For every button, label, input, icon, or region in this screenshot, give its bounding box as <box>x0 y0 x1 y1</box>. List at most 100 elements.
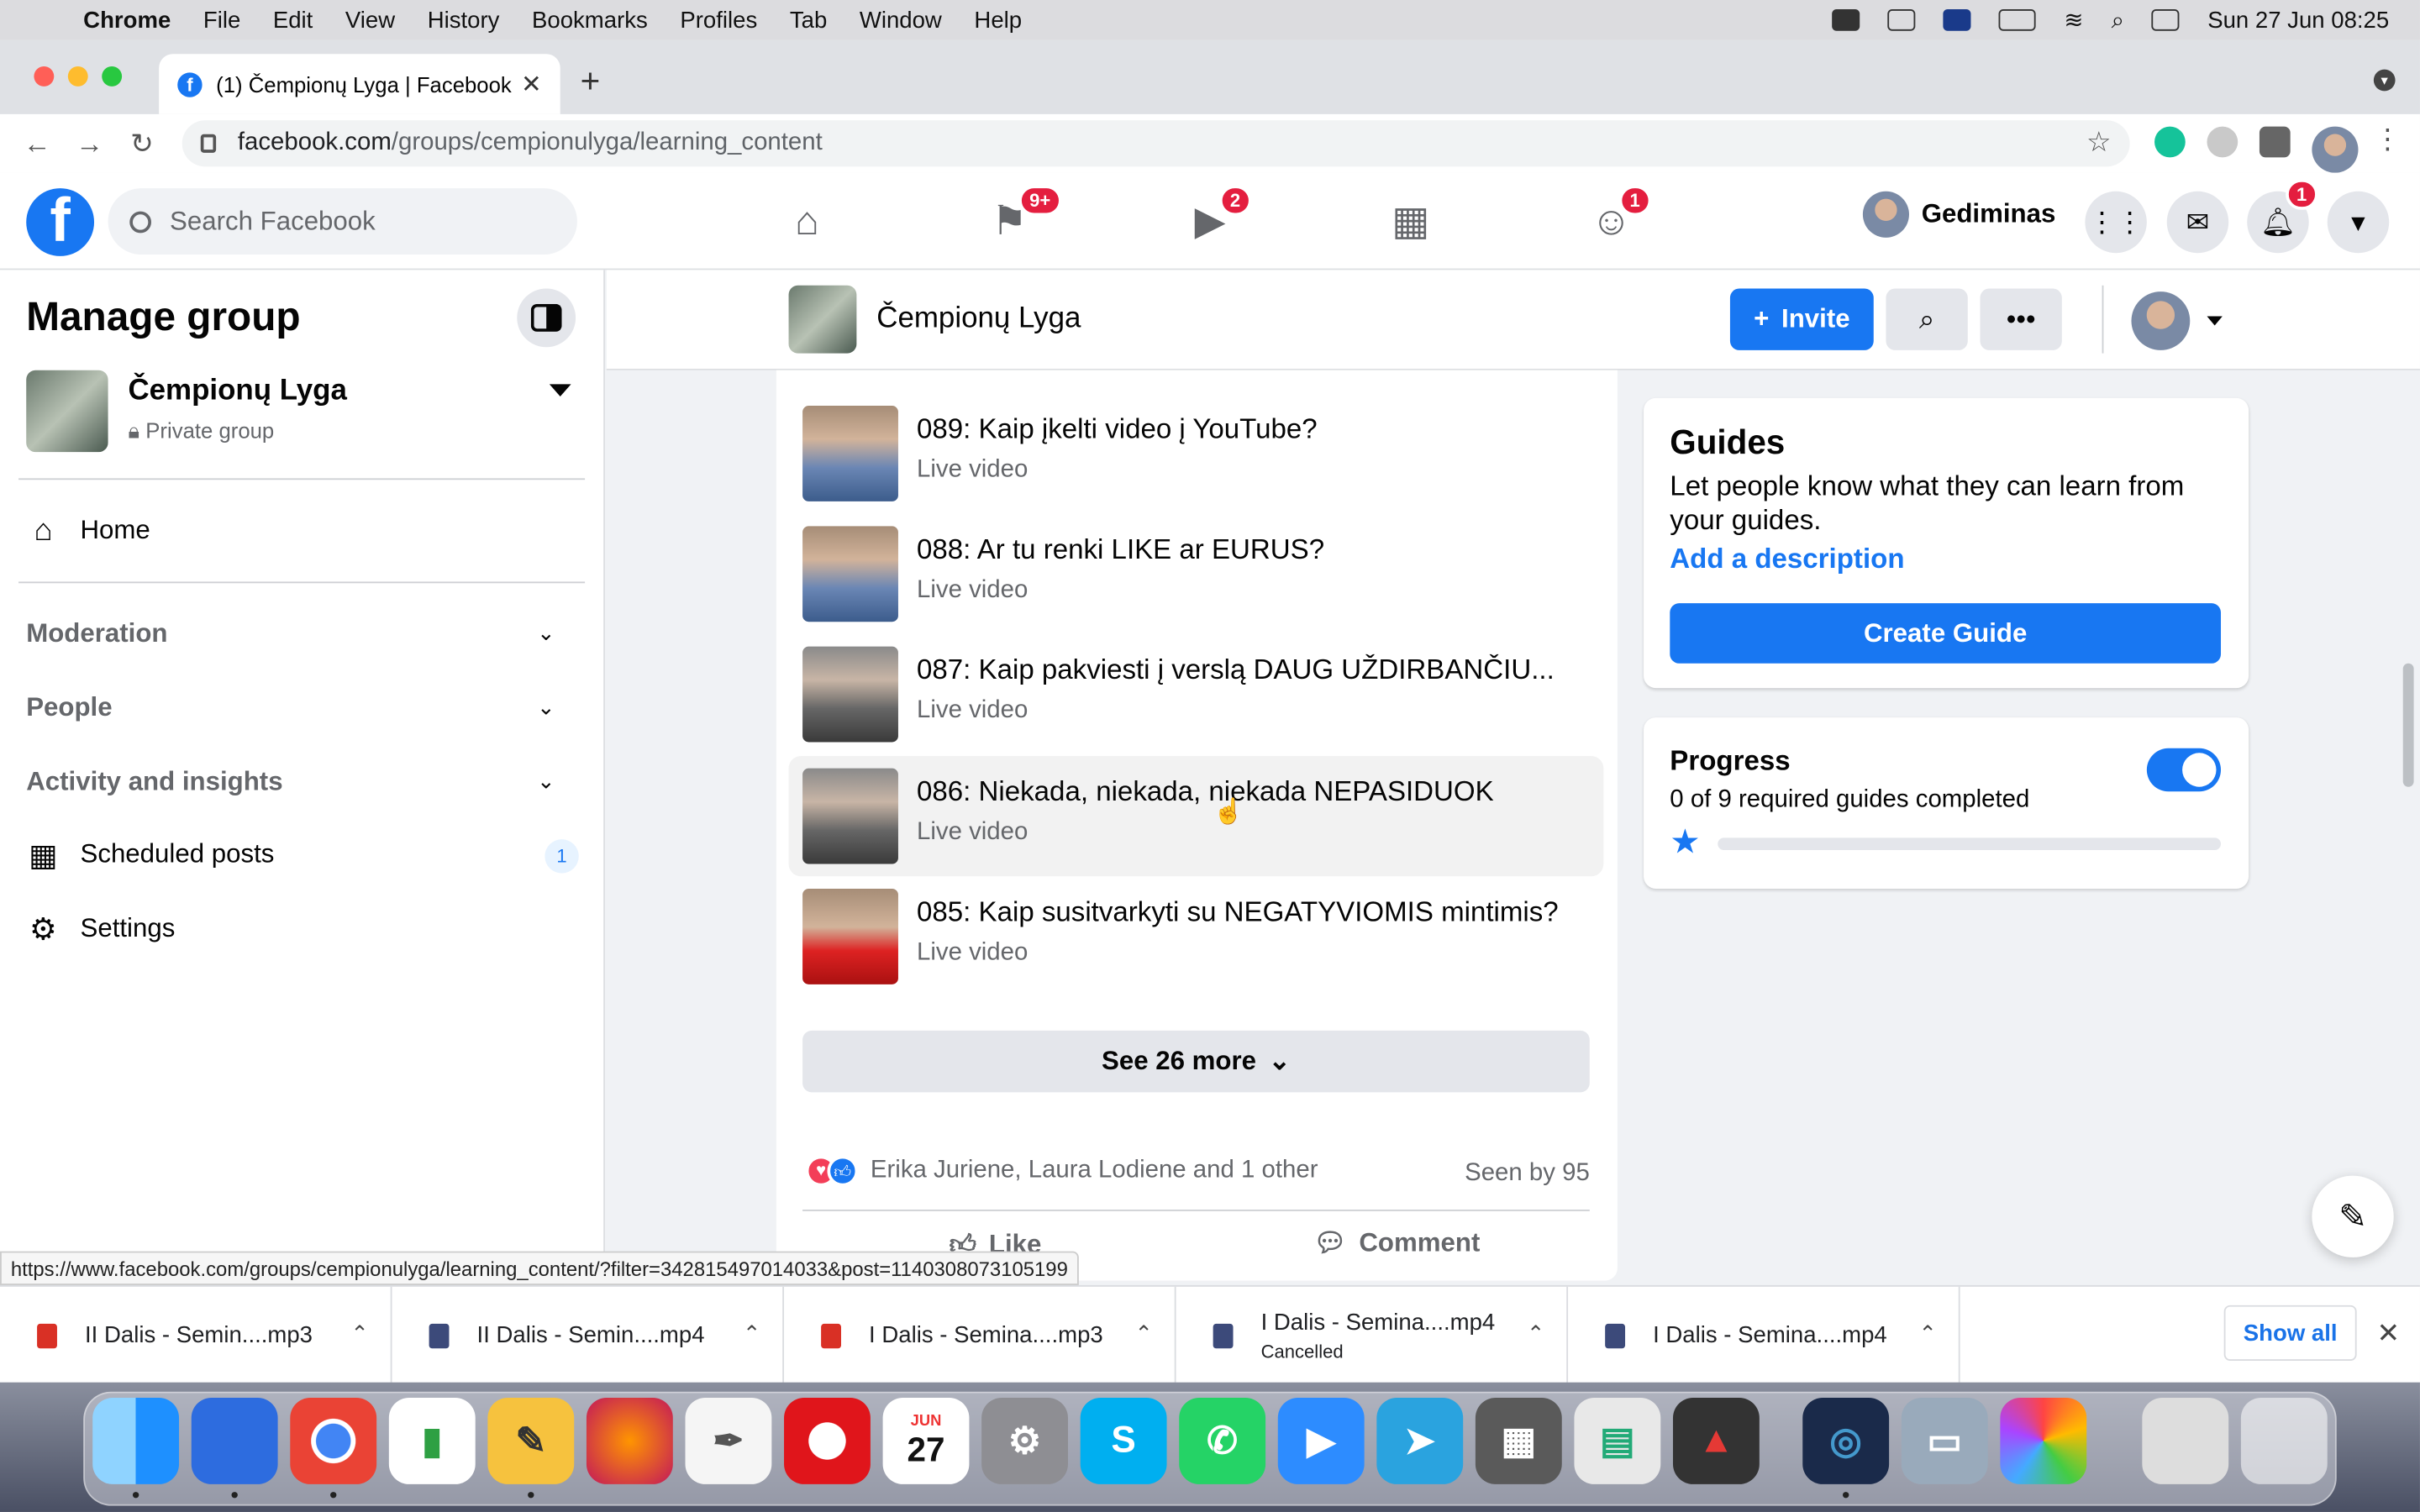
group-name[interactable]: Čempionų Lyga <box>128 375 346 408</box>
calendar-icon[interactable]: JUN 27 <box>882 1398 970 1484</box>
downloads-stack-icon[interactable] <box>2142 1398 2229 1484</box>
facebook-search-input[interactable]: Search Facebook <box>108 188 577 255</box>
textedit-icon[interactable]: ✒ <box>685 1398 772 1484</box>
menu-edit[interactable]: Edit <box>273 7 313 33</box>
chevron-down-icon[interactable]: ⌄ <box>537 620 555 646</box>
close-shelf-icon[interactable]: ✕ <box>2377 1318 2401 1351</box>
video-title[interactable]: 089: Kaip įkelti video į YouTube? <box>917 413 1596 446</box>
menu-file[interactable]: File <box>203 7 240 33</box>
menu-view[interactable]: View <box>345 7 395 33</box>
video-thumbnail[interactable] <box>802 406 898 501</box>
collapse-sidebar-icon[interactable] <box>517 288 576 348</box>
preview-icon[interactable]: ▭ <box>1901 1398 1988 1484</box>
stop-recording-icon[interactable] <box>1832 9 1860 31</box>
wifi-icon[interactable]: ≋ <box>2064 6 2083 34</box>
menu-bookmarks[interactable]: Bookmarks <box>532 7 648 33</box>
video-thumbnail[interactable] <box>802 526 898 622</box>
sidebar-section-activity[interactable]: Activity and insights <box>26 767 282 798</box>
create-guide-button[interactable]: Create Guide <box>1670 603 2222 664</box>
skype-icon[interactable]: S <box>1080 1398 1167 1484</box>
account-caret-icon[interactable]: ▾ <box>2327 191 2390 254</box>
minimize-window-icon[interactable] <box>67 66 88 87</box>
opera-icon[interactable] <box>784 1398 871 1484</box>
seen-count[interactable]: Seen by 95 <box>1465 1160 1590 1188</box>
quicktime-icon[interactable]: ◎ <box>1802 1398 1890 1484</box>
comment-button[interactable]: 💬︎ Comment <box>1313 1228 1480 1259</box>
keynote-icon[interactable] <box>191 1398 278 1484</box>
video-title[interactable]: 088: Ar tu renki LIKE ar EURUS? <box>917 533 1596 566</box>
telegram-icon[interactable]: ➤ <box>1376 1398 1464 1484</box>
spotlight-search-icon[interactable]: ⌕ <box>2112 7 2124 33</box>
extension-icon[interactable] <box>2207 126 2238 158</box>
video-thumbnail[interactable] <box>802 646 898 743</box>
zoom-window-icon[interactable] <box>102 66 123 87</box>
group-search-button[interactable]: ⌕ <box>1886 288 1968 350</box>
calculator-icon[interactable]: ▦ <box>1475 1398 1562 1484</box>
new-message-button[interactable]: ✎ <box>2312 1175 2394 1257</box>
trash-icon[interactable] <box>2240 1398 2328 1484</box>
list-item[interactable]: 085: Kaip susitvarkyti su NEGATYVIOMIS m… <box>789 876 1604 996</box>
reaction-names[interactable]: Erika Juriene, Laura Lodiene and 1 other <box>871 1158 1318 1185</box>
checkmark-status-icon[interactable] <box>1888 9 1917 31</box>
group-thumbnail[interactable] <box>26 370 108 453</box>
marketplace-nav-icon[interactable]: ▦ <box>1385 194 1437 246</box>
browser-tab-active[interactable]: f (1) Čempionų Lyga | Facebook ✕ <box>159 54 560 114</box>
group-header-name[interactable]: Čempionų Lyga <box>876 302 1081 336</box>
system-preferences-icon[interactable]: ⚙ <box>981 1398 1068 1484</box>
menu-history[interactable]: History <box>428 7 500 33</box>
sidebar-item-settings[interactable]: ⚙ Settings <box>26 911 175 946</box>
progress-toggle[interactable] <box>2146 748 2222 792</box>
sidebar-item-home[interactable]: ⌂ Home <box>26 513 150 548</box>
address-bar[interactable]: facebook.com/groups/cempionulyga/learnin… <box>182 120 2130 167</box>
chevron-down-icon[interactable]: ⌄ <box>537 695 555 721</box>
group-thumbnail[interactable] <box>788 285 857 354</box>
reload-icon[interactable]: ↻ <box>116 128 168 160</box>
firefox-icon[interactable] <box>586 1398 673 1484</box>
page-scrollbar[interactable] <box>2402 663 2414 787</box>
download-item[interactable]: I Dalis - Semina....mp3 ⌃ <box>784 1286 1176 1384</box>
group-switcher-caret-icon[interactable] <box>549 384 571 397</box>
back-icon[interactable]: ← <box>11 128 63 160</box>
uk-flag-icon[interactable] <box>1944 9 1972 31</box>
invite-button[interactable]: + Invite <box>1729 288 1874 350</box>
download-item[interactable]: II Dalis - Semin....mp3 ⌃ <box>0 1286 392 1384</box>
chrome-dock-icon[interactable] <box>290 1398 377 1484</box>
chevron-up-icon[interactable]: ⌃ <box>350 1320 369 1347</box>
zoom-icon[interactable]: ▶ <box>1277 1398 1365 1484</box>
close-window-icon[interactable] <box>34 66 55 87</box>
chrome-menu-icon[interactable]: ⋮ <box>2374 123 2402 156</box>
battery-icon[interactable] <box>1999 9 2037 31</box>
control-center-icon[interactable] <box>2152 9 2181 31</box>
menu-help[interactable]: Help <box>974 7 1022 33</box>
new-tab-icon[interactable]: + <box>581 61 601 102</box>
chevron-up-icon[interactable]: ⌃ <box>1134 1320 1153 1347</box>
menubar-clock[interactable]: Sun 27 Jun 08:25 <box>2207 7 2389 33</box>
list-item[interactable]: 087: Kaip pakviesti į verslą DAUG UŽDIRB… <box>789 634 1604 754</box>
menu-profiles[interactable]: Profiles <box>680 7 757 33</box>
list-item[interactable]: 086: Niekada, niekada, niekada NEPASIDUO… <box>788 755 1604 877</box>
menu-grid-icon[interactable]: ⋮⋮ <box>2085 191 2147 254</box>
facebook-logo-icon[interactable]: f <box>26 188 95 256</box>
show-all-downloads-button[interactable]: Show all <box>2223 1305 2357 1361</box>
caret-down-icon[interactable] <box>2207 316 2223 326</box>
video-title[interactable]: 086: Niekada, niekada, niekada NEPASIDUO… <box>917 776 1596 809</box>
chevron-up-icon[interactable]: ⌃ <box>743 1320 761 1347</box>
sidebar-item-scheduled-posts[interactable]: ▦ Scheduled posts <box>26 837 274 872</box>
forward-icon[interactable]: → <box>63 128 115 160</box>
see-more-button[interactable]: See 26 more ⌄ <box>802 1030 1590 1093</box>
reactions-summary[interactable]: ♥ 👍︎ Erika Juriene, Laura Lodiene and 1 … <box>805 1155 1318 1187</box>
chevron-up-icon[interactable]: ⌃ <box>1919 1320 1938 1347</box>
chevron-down-icon[interactable]: ⌄ <box>537 769 555 795</box>
sidebar-section-people[interactable]: People <box>26 693 112 724</box>
video-title[interactable]: 087: Kaip pakviesti į verslą DAUG UŽDIRB… <box>917 654 1596 687</box>
download-item[interactable]: II Dalis - Semin....mp4 ⌃ <box>392 1286 785 1384</box>
list-item[interactable]: 089: Kaip įkelti video į YouTube? Live v… <box>789 393 1604 513</box>
affinity-icon[interactable]: ▲ <box>1672 1398 1760 1484</box>
video-title[interactable]: 085: Kaip susitvarkyti su NEGATYVIOMIS m… <box>917 896 1596 929</box>
menu-tab[interactable]: Tab <box>790 7 827 33</box>
chevron-up-icon[interactable]: ⌃ <box>1527 1320 1545 1347</box>
video-thumbnail[interactable] <box>802 888 898 984</box>
mindnode-lite-icon[interactable]: ▤ <box>1574 1398 1661 1484</box>
more-options-button[interactable]: ••• <box>1980 288 2062 350</box>
extensions-puzzle-icon[interactable] <box>2259 126 2291 158</box>
